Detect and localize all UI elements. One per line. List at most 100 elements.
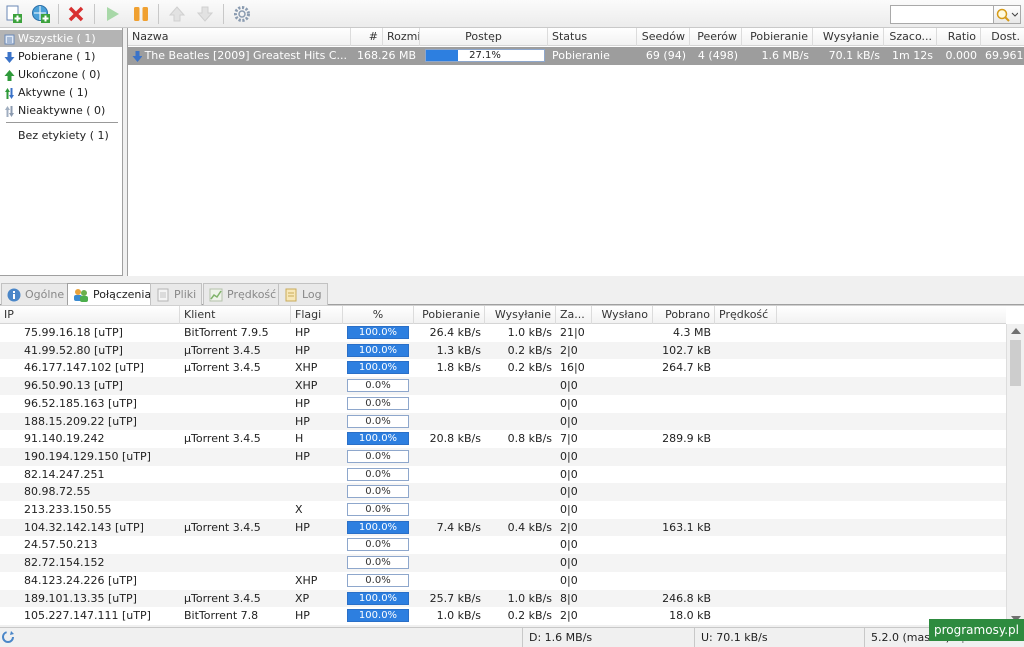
peer-row[interactable]: 213.233.150.55 X 0|0 0.0% [0, 501, 1006, 519]
peer-received: 18.0 kB [669, 609, 711, 623]
move-down-icon[interactable] [193, 2, 217, 26]
peer-ip: 96.50.90.13 [uTP] [24, 379, 123, 393]
peer-sent [592, 607, 653, 624]
column-header-availability[interactable]: Dost. [981, 28, 1024, 46]
peer-row[interactable]: 82.72.154.152 0|0 0.0% [0, 554, 1006, 572]
peer-row[interactable]: 82.14.247.251 0|0 0.0% [0, 466, 1006, 484]
column-header-peer-download[interactable]: Pobieranie [414, 306, 485, 324]
column-header-peer-upload[interactable]: Wysyłanie [485, 306, 556, 324]
column-header-download[interactable]: Pobieranie [742, 28, 813, 46]
column-header-size[interactable]: Rozmiar [383, 28, 420, 46]
peer-requests: 0|0 [560, 379, 578, 393]
column-header-name[interactable]: Nazwa [128, 28, 351, 46]
tab-label: Połączenia [93, 288, 152, 301]
peer-flags: HP [295, 326, 310, 339]
peers-scrollbar[interactable] [1006, 324, 1024, 626]
sidebar-item-completed[interactable]: Ukończone ( 0) [0, 66, 122, 83]
peer-sent [592, 519, 653, 536]
column-header-status[interactable]: Status [548, 28, 637, 46]
scrollbar-thumb[interactable] [1010, 340, 1021, 386]
status-upload-speed[interactable]: U: 70.1 kB/s [694, 628, 864, 647]
peer-row[interactable]: 84.123.24.226 [uTP] XHP 0|0 0.0% [0, 572, 1006, 590]
column-header-peer-speed[interactable]: Prędkość [715, 306, 777, 324]
peer-flags: HP [295, 343, 310, 357]
status-download-speed[interactable]: D: 1.6 MB/s [522, 628, 694, 647]
torrent-row[interactable]: The Beatles [2009] Greatest Hits C... 16… [128, 47, 1024, 65]
tab-peers[interactable]: Połączenia [67, 283, 158, 306]
peer-download-speed: 20.8 kB/s [429, 432, 481, 446]
peer-row[interactable]: 190.194.129.150 [uTP] HP 0|0 0.0% [0, 447, 1006, 466]
peer-flags: HP [295, 609, 310, 623]
peer-progress-bar: 100.0% [347, 343, 409, 357]
peer-client: µTorrent 3.4.5 [184, 432, 261, 446]
peer-row[interactable]: 96.50.90.13 [uTP] XHP 0|0 0.0% [0, 377, 1006, 395]
column-header-peers[interactable]: Peerów [690, 28, 742, 46]
move-up-icon[interactable] [165, 2, 189, 26]
remove-icon[interactable] [64, 2, 88, 26]
tab-general[interactable]: Ogólne [1, 283, 71, 305]
torrent-seeds: 69 (94) [645, 49, 686, 62]
pause-icon[interactable] [129, 2, 153, 26]
column-header-upload[interactable]: Wysyłanie [813, 28, 884, 46]
column-header-ratio[interactable]: Ratio [937, 28, 981, 46]
sidebar-item-unlabeled[interactable]: Bez etykiety ( 1) [0, 127, 122, 144]
torrent-download-speed: 1.6 MB/s [761, 49, 809, 62]
peer-requests: 0|0 [560, 503, 578, 516]
peer-row[interactable]: 104.32.142.143 [uTP] µTorrent 3.4.5 HP 7.4 … [0, 518, 1006, 537]
search-input[interactable] [890, 5, 994, 24]
column-header-percent[interactable]: % [343, 306, 414, 324]
peer-download-speed: 1.0 kB/s [436, 609, 481, 623]
column-header-eta[interactable]: Szaco... [884, 28, 937, 46]
column-header-progress[interactable]: Postęp [420, 28, 548, 46]
settings-icon[interactable] [230, 2, 254, 26]
column-header-seeds[interactable]: Seedów [637, 28, 690, 46]
peer-row[interactable]: 96.52.185.163 [uTP] HP 0|0 0.0% [0, 395, 1006, 413]
tab-log[interactable]: Log [278, 283, 328, 305]
peer-received: 246.8 kB [662, 591, 711, 605]
peer-download-speed [414, 448, 485, 465]
peer-download-speed [414, 377, 485, 394]
sidebar-item-active[interactable]: Aktywne ( 1) [0, 84, 122, 101]
tab-speed[interactable]: Prędkość [203, 283, 283, 305]
sidebar-item-all[interactable]: Wszystkie ( 1) [0, 30, 122, 47]
peer-ip: 80.98.72.55 [24, 485, 91, 499]
peer-client [180, 554, 291, 571]
peer-sent [592, 448, 653, 465]
peer-client [180, 395, 291, 412]
torrent-upload-speed: 70.1 kB/s [828, 49, 880, 62]
peer-row[interactable]: 91.140.19.242 µTorrent 3.4.5 H 20.8 kB/s 0.8… [0, 430, 1006, 448]
column-header-client[interactable]: Klient [180, 306, 291, 324]
peer-row[interactable]: 41.99.52.80 [uTP] µTorrent 3.4.5 HP 1.3 kB/… [0, 341, 1006, 360]
peer-row[interactable]: 75.99.16.18 [uTP] BitTorrent 7.9.5 HP 26.4 … [0, 324, 1006, 342]
peer-row[interactable]: 46.177.147.102 [uTP] µTorrent 3.4.5 XHP 1.8… [0, 359, 1006, 377]
peer-received: 163.1 kB [662, 520, 711, 534]
peer-download-speed [414, 466, 485, 483]
column-header-flags[interactable]: Flagi [291, 306, 343, 324]
start-icon[interactable] [100, 2, 124, 26]
column-header-received[interactable]: Pobrano [653, 306, 715, 324]
peer-upload-speed: 0.2 kB/s [507, 361, 552, 375]
peer-flags: HP [295, 449, 310, 463]
peer-row[interactable]: 189.101.13.35 [uTP] µTorrent 3.4.5 XP 25.7 … [0, 589, 1006, 608]
column-header-sent[interactable]: Wysłano [592, 306, 653, 324]
peer-client [180, 466, 291, 483]
column-header-num[interactable]: # [351, 28, 383, 46]
add-torrent-icon[interactable] [2, 2, 26, 26]
peer-client [180, 413, 291, 430]
column-header-requests[interactable]: Za... [556, 306, 592, 324]
peer-upload-speed [485, 554, 556, 571]
peer-row[interactable]: 80.98.72.55 0|0 0.0% [0, 483, 1006, 501]
peers-table: IP Klient Flagi % Pobieranie Wysyłanie Z… [0, 305, 1024, 626]
scroll-up-arrow-icon[interactable] [1011, 328, 1021, 334]
tab-files[interactable]: Pliki [150, 283, 203, 305]
peer-row[interactable]: 24.57.50.213 0|0 0.0% [0, 536, 1006, 554]
search-button[interactable] [993, 5, 1021, 24]
peer-row[interactable]: 188.15.209.22 [uTP] HP 0|0 0.0% [0, 412, 1006, 431]
column-header-ip[interactable]: IP [0, 306, 180, 324]
sidebar-item-downloading[interactable]: Pobierane ( 1) [0, 48, 122, 65]
add-url-icon[interactable] [29, 2, 53, 26]
refresh-icon[interactable] [1, 630, 15, 644]
sidebar-item-inactive[interactable]: Nieaktywne ( 0) [0, 102, 122, 119]
peer-row[interactable]: 105.227.147.111 [uTP] BitTorrent 7.8 HP 1.0… [0, 607, 1006, 625]
peer-progress-bar: 100.0% [347, 609, 409, 623]
